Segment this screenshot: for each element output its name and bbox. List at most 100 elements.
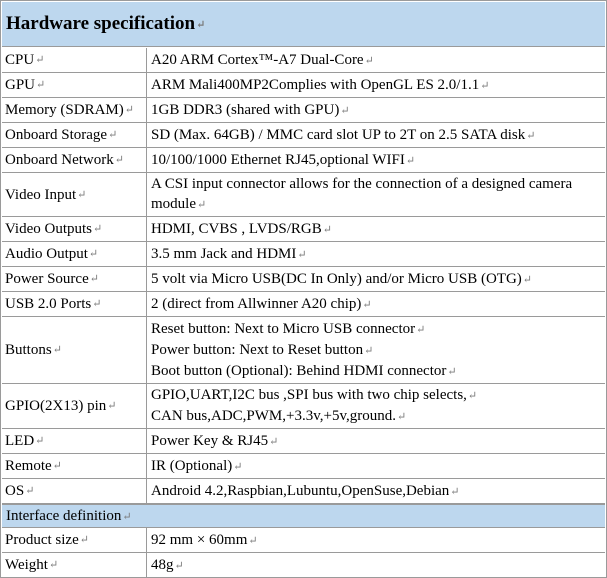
value-line-text: Android 4.2,Raspbian,Lubuntu,OpenSuse,De…	[151, 482, 450, 499]
paragraph-mark: ↵	[233, 460, 243, 473]
paragraph-mark: ↵	[88, 248, 99, 260]
row-label-text: Weight	[5, 557, 48, 573]
paragraph-mark: ↵	[416, 323, 426, 336]
table-row: Remote ↵ IR (Optional)↵	[2, 454, 605, 479]
row-label-text: CPU	[5, 52, 35, 68]
value-line: Power Key & RJ45↵	[151, 431, 278, 452]
value-line: A CSI input connector allows for the con…	[151, 174, 572, 194]
table-row: CPU ↵ A20 ARM Cortex™-A7 Dual-Core↵	[2, 48, 605, 73]
row-value-onboard-storage: SD (Max. 64GB) / MMC card slot UP to 2T …	[148, 123, 605, 147]
row-label-usb-2-0-ports: USB 2.0 Ports ↵	[2, 292, 147, 316]
value-line: 1GB DDR3 (shared with GPU)↵	[151, 100, 350, 121]
row-value-weight: 48g↵	[148, 553, 605, 577]
value-line-text: 48g	[151, 556, 174, 573]
table-title-text: Hardware specification	[6, 13, 196, 34]
row-label-gpio-2x13-pin: GPIO(2X13) pin ↵	[2, 384, 147, 428]
value-line: Reset button: Next to Micro USB connecto…	[151, 319, 457, 340]
paragraph-mark: ↵	[196, 18, 206, 31]
row-value-gpu: ARM Mali400MP2Complies with OpenGL ES 2.…	[148, 73, 605, 97]
row-label-audio-output: Audio Output ↵	[2, 242, 147, 266]
value-line: 3.5 mm Jack and HDMI↵	[151, 244, 307, 265]
paragraph-mark: ↵	[35, 54, 45, 66]
table-row: Video Outputs ↵ HDMI, CVBS , LVDS/RGB↵	[2, 217, 605, 242]
paragraph-mark: ↵	[322, 223, 332, 236]
paragraph-mark: ↵	[79, 534, 89, 546]
row-label-led: LED ↵	[2, 429, 147, 453]
row-label-power-source: Power Source ↵	[2, 267, 147, 291]
paragraph-mark: ↵	[52, 344, 62, 356]
row-label-onboard-storage: Onboard Storage ↵	[2, 123, 147, 147]
value-line-text: HDMI, CVBS , LVDS/RGB	[151, 220, 322, 237]
row-label-text: Onboard Network	[5, 152, 114, 168]
value-line-text: Boot button (Optional): Behind HDMI conn…	[151, 362, 447, 379]
table-row: Power Source ↵ 5 volt via Micro USB(DC In …	[2, 267, 605, 292]
table-row: Video Input ↵ A CSI input connector allows…	[2, 173, 605, 217]
value-line-text: 92 mm × 60mm	[151, 531, 248, 548]
table-row: OS ↵ Android 4.2,Raspbian,Lubuntu,OpenSuse…	[2, 479, 605, 504]
value-line-text: Power Key & RJ45	[151, 432, 269, 449]
row-label-weight: Weight ↵	[2, 553, 147, 577]
value-line-text: module	[151, 196, 196, 212]
paragraph-mark: ↵	[174, 559, 184, 572]
row-label-text: LED	[5, 433, 35, 449]
row-label-gpu: GPU ↵	[2, 73, 147, 97]
value-line: 92 mm × 60mm↵	[151, 530, 258, 551]
row-value-onboard-network: 10/100/1000 Ethernet RJ45,optional WIFI↵	[148, 148, 605, 172]
paragraph-mark: ↵	[77, 188, 87, 201]
row-label-text: Buttons	[5, 342, 52, 358]
row-label-product-size: Product size ↵	[2, 528, 147, 552]
value-line-text: Reset button: Next to Micro USB connecto…	[151, 320, 416, 337]
paragraph-mark: ↵	[297, 248, 307, 261]
row-value-cpu: A20 ARM Cortex™-A7 Dual-Core↵	[148, 48, 605, 72]
value-line: 2 (direct from Allwinner A20 chip)↵	[151, 294, 372, 315]
value-line-text: 5 volt via Micro USB(DC In Only) and/or …	[151, 270, 522, 287]
table-row: USB 2.0 Ports ↵ 2 (direct from Allwinner A…	[2, 292, 605, 317]
row-label-text: Audio Output	[5, 246, 88, 262]
value-line: Boot button (Optional): Behind HDMI conn…	[151, 361, 457, 382]
table-row: GPIO(2X13) pin ↵ GPIO,UART,I2C bus ,SPI bu…	[2, 384, 605, 429]
row-label-text: Memory (SDRAM)	[5, 102, 124, 118]
row-value-video-outputs: HDMI, CVBS , LVDS/RGB↵	[148, 217, 605, 241]
paragraph-mark: ↵	[396, 411, 407, 423]
paragraph-mark: ↵	[93, 223, 103, 235]
table-row: GPU ↵ ARM Mali400MP2Complies with OpenGL E…	[2, 73, 605, 98]
paragraph-mark: ↵	[36, 79, 46, 91]
table-row: Audio Output ↵ 3.5 mm Jack and HDMI↵	[2, 242, 605, 267]
paragraph-mark: ↵	[124, 104, 134, 116]
value-line: module↵	[151, 194, 572, 215]
row-value-gpio-2x13-pin: GPIO,UART,I2C bus ,SPI bus with two chip…	[148, 384, 605, 428]
paragraph-mark: ↵	[122, 510, 132, 523]
row-value-usb-2-0-ports: 2 (direct from Allwinner A20 chip)↵	[148, 292, 605, 316]
value-line-text: GPIO,UART,I2C bus ,SPI bus with two chip…	[151, 387, 467, 403]
value-line: 10/100/1000 Ethernet RJ45,optional WIFI↵	[151, 150, 415, 171]
paragraph-mark: ↵	[447, 365, 457, 378]
row-label-os: OS ↵	[2, 479, 147, 503]
value-line: HDMI, CVBS , LVDS/RGB↵	[151, 219, 332, 240]
paragraph-mark: ↵	[89, 273, 99, 285]
paragraph-mark: ↵	[52, 460, 62, 472]
value-line: Android 4.2,Raspbian,Lubuntu,OpenSuse,De…	[151, 481, 460, 502]
row-value-os: Android 4.2,Raspbian,Lubuntu,OpenSuse,De…	[148, 479, 605, 503]
paragraph-mark: ↵	[467, 390, 478, 402]
table-row: Weight ↵ 48g↵	[2, 553, 605, 578]
paragraph-mark: ↵	[48, 559, 59, 571]
row-label-video-input: Video Input ↵	[2, 173, 147, 216]
table-row: Onboard Network ↵ 10/100/1000 Ethernet RJ4…	[2, 148, 605, 173]
table-row: Buttons ↵ Reset button: Next to Micro USB …	[2, 317, 605, 384]
row-label-text: Onboard Storage	[5, 127, 108, 143]
paragraph-mark: ↵	[450, 485, 460, 498]
paragraph-mark: ↵	[197, 199, 207, 211]
paragraph-mark: ↵	[480, 79, 490, 92]
value-line: ARM Mali400MP2Complies with OpenGL ES 2.…	[151, 75, 489, 96]
paragraph-mark: ↵	[405, 154, 416, 167]
row-label-text: OS	[5, 483, 25, 499]
row-label-text: GPU	[5, 77, 36, 93]
row-value-remote: IR (Optional)↵	[148, 454, 605, 478]
paragraph-mark: ↵	[35, 435, 45, 447]
paragraph-mark: ↵	[107, 400, 117, 412]
hardware-spec-table: Hardware specification ↵ CPU ↵ A20 ARM Cort…	[0, 0, 607, 578]
value-line: Power button: Next to Reset button↵	[151, 340, 457, 361]
paragraph-mark: ↵	[362, 298, 372, 311]
paragraph-mark: ↵	[269, 435, 279, 448]
row-value-audio-output: 3.5 mm Jack and HDMI↵	[148, 242, 605, 266]
